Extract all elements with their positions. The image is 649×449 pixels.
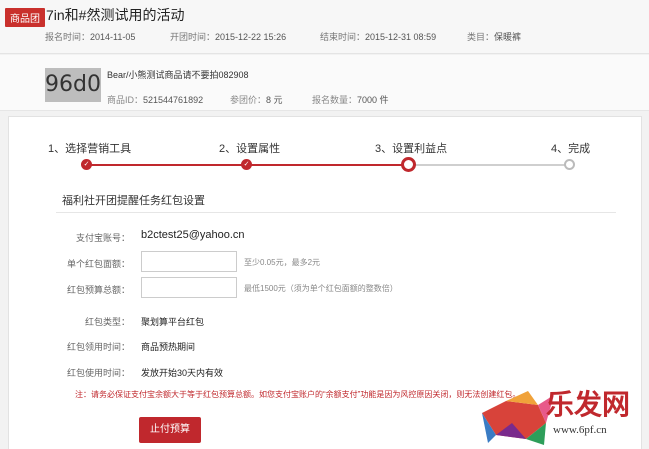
activity-header: 商品团 7in和#然测试用的活动 报名时间：2014-11-05 开团时间：20… xyxy=(0,0,649,54)
single-amount-hint: 至少0.05元，最多2元 xyxy=(244,258,321,267)
progress-track-todo xyxy=(408,164,570,166)
end-time: 结束时间：2015-12-31 08:59 xyxy=(320,32,437,42)
budget-total-hint: 最低1500元（须为单个红包面额的整数倍） xyxy=(244,284,398,293)
step-1-check-icon: ✓ xyxy=(81,159,92,170)
watermark-url: www.6pf.cn xyxy=(553,424,607,436)
group-badge: 商品团 xyxy=(5,8,45,27)
step-3-current-marker xyxy=(401,157,416,172)
use-time-label: 红包使用时间： xyxy=(66,368,130,378)
budget-total-input[interactable] xyxy=(141,277,237,298)
open-time: 开团时间：2015-12-22 15:26 xyxy=(170,32,287,42)
packet-type-value: 聚划算平台红包 xyxy=(141,317,205,327)
packet-type-label: 红包类型： xyxy=(84,317,130,327)
single-amount-input[interactable] xyxy=(141,251,237,272)
group-price: 参团价：8 元 xyxy=(230,95,283,105)
category: 类目：保暖裤 xyxy=(467,32,522,42)
balance-warning: 注：请务必保证支付宝余额大于等于红包预算总额。如您支付宝账户的“余额支付”功能是… xyxy=(75,390,521,399)
step-2-check-icon: ✓ xyxy=(241,159,252,170)
signup-time: 报名时间：2014-11-05 xyxy=(45,32,136,42)
product-id: 商品ID：521544761892 xyxy=(107,95,204,105)
step-3-label: 3、设置利益点 xyxy=(375,143,448,155)
product-row: 96d0 Bear/小熊测试商品请不要拍082908 商品ID：52154476… xyxy=(0,55,649,111)
step-1-label: 1、选择营销工具 xyxy=(48,143,132,155)
claim-time-value: 商品预热期间 xyxy=(141,342,196,352)
submit-budget-button[interactable]: 止付预算 xyxy=(139,417,201,443)
step-4-label: 4、完成 xyxy=(551,143,591,155)
watermark-logo-text: 乐发网 xyxy=(546,388,631,421)
step-4-pending-marker xyxy=(564,159,575,170)
account-value: b2ctest25@yahoo.cn xyxy=(141,229,245,241)
section-divider xyxy=(56,212,616,213)
claim-time-label: 红包领用时间： xyxy=(66,342,130,352)
budget-total-label: 红包预算总额： xyxy=(66,285,130,295)
signup-quantity: 报名数量：7000 件 xyxy=(312,95,389,105)
step-2-label: 2、设置属性 xyxy=(219,143,281,155)
activity-title: 7in和#然测试用的活动 xyxy=(46,7,185,23)
product-thumbnail: 96d0 xyxy=(45,68,101,102)
product-name: Bear/小熊测试商品请不要拍082908 xyxy=(107,70,249,80)
single-amount-label: 单个红包面额： xyxy=(66,259,130,269)
account-label: 支付宝账号： xyxy=(75,233,130,243)
section-title: 福利社开团提醒任务红包设置 xyxy=(62,195,205,207)
use-time-value: 发放开始30天内有效 xyxy=(141,368,224,378)
